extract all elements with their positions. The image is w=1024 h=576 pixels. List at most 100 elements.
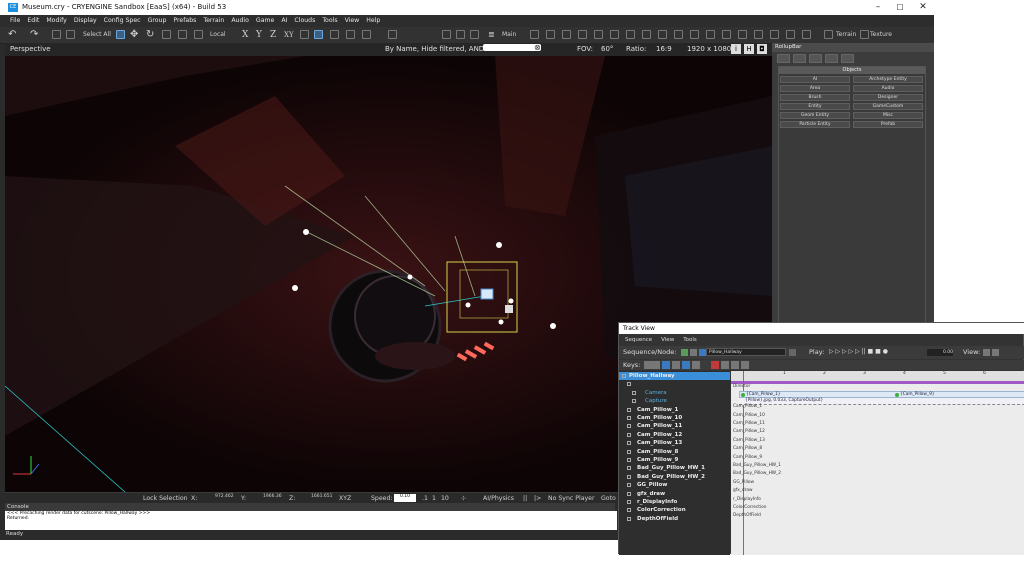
axis-z-button[interactable]: Z [270, 29, 276, 41]
move-tool-icon[interactable]: ✥ [130, 29, 138, 41]
grid-snap-icon[interactable] [314, 30, 323, 39]
tool-p-icon[interactable] [722, 30, 731, 39]
angle-snap-icon[interactable] [330, 30, 339, 39]
scale-tool-icon[interactable] [162, 30, 171, 39]
coord-system-dropdown[interactable]: Local [210, 29, 226, 41]
play-button-icon[interactable]: ▷ ▷ ▷ ▷ ▷ || ■ ■ ● [829, 348, 888, 355]
resolution-value[interactable]: 1920 x 1080 [687, 45, 731, 53]
info-icon[interactable]: i [731, 44, 741, 54]
director-track[interactable]: {Cam_Pillow_1} {Cam_Pillow_9} [739, 391, 1024, 398]
menu-view[interactable]: View [341, 15, 363, 24]
tab-terrain-icon[interactable] [793, 54, 806, 63]
y-coord-value[interactable]: 1966.36 [263, 494, 282, 499]
select-all-dropdown[interactable]: Select All [83, 29, 111, 41]
expand-icon[interactable] [622, 374, 626, 378]
objects-header[interactable]: Objects [779, 67, 925, 74]
ruler-icon[interactable] [346, 30, 355, 39]
tool-e-icon[interactable] [546, 30, 555, 39]
menu-edit[interactable]: Edit [24, 15, 43, 24]
snap-icon[interactable] [178, 30, 187, 39]
snap-frames-icon[interactable] [731, 361, 739, 369]
object-prefab-button[interactable]: Prefab [853, 121, 923, 128]
delete-sequence-icon[interactable] [690, 349, 697, 356]
tool-r-icon[interactable] [754, 30, 763, 39]
tv-menu-tools[interactable]: Tools [677, 336, 700, 343]
track-node[interactable]: Cam_Pillow_8 [619, 448, 730, 456]
add-sequence-icon[interactable] [681, 349, 688, 356]
search-icon[interactable]: ⊗ [534, 43, 541, 52]
menu-file[interactable]: File [0, 15, 24, 24]
terrain-icon[interactable] [824, 30, 833, 39]
expand-icon[interactable] [632, 399, 636, 404]
expand-icon[interactable] [627, 483, 631, 488]
object-archetype-entity-button[interactable]: Archetype Entity [853, 76, 923, 83]
track-node[interactable] [619, 380, 730, 388]
tab-layers-icon[interactable] [841, 54, 854, 63]
layer-icon[interactable] [388, 30, 397, 39]
menu-help[interactable]: Help [363, 15, 384, 24]
axis-x-button[interactable]: X [242, 29, 248, 41]
menu-audio[interactable]: Audio [228, 15, 253, 24]
object-gamecustom-button[interactable]: GameCustom [853, 103, 923, 110]
tool-a-icon[interactable] [442, 30, 451, 39]
track-timeline[interactable]: 1 2 3 4 5 6 {Cam_Pillow_1} {Cam_Pillow_9… [731, 371, 1024, 555]
track-node[interactable]: Camera [619, 389, 730, 397]
physics-icon[interactable]: ⊹ [461, 495, 466, 502]
xyz-button[interactable]: XYZ [339, 495, 351, 502]
tab-display-icon[interactable] [825, 54, 838, 63]
maximize-icon[interactable]: ☐ [890, 1, 910, 14]
main-layer-label[interactable]: Main [502, 29, 516, 41]
speed-1-button[interactable]: 1 [432, 495, 436, 502]
menu-group[interactable]: Group [144, 15, 170, 24]
menu-ai[interactable]: AI [278, 15, 291, 24]
track-node[interactable]: Pillow_Hallway [619, 372, 730, 380]
menu-tools[interactable]: Tools [319, 15, 341, 24]
track-node[interactable]: Cam_Pillow_10 [619, 414, 730, 422]
expand-icon[interactable] [632, 390, 636, 395]
snap-ticks-icon[interactable] [741, 361, 749, 369]
tool-s-icon[interactable] [770, 30, 779, 39]
edit-sequence-icon[interactable] [699, 349, 706, 356]
tab-objects-icon[interactable] [777, 54, 790, 63]
track-key[interactable]: {Pillow},jpg, 0.033, CaptureOutput} [745, 398, 823, 403]
object-brush-button[interactable]: Brush [780, 94, 850, 101]
expand-icon[interactable] [627, 416, 631, 420]
view-curve-icon[interactable] [992, 349, 999, 356]
ai-physics-button[interactable]: AI/Physics [483, 495, 514, 502]
object-particle-entity-button[interactable]: Particle Entity [780, 121, 850, 128]
fov-value[interactable]: 60° [601, 45, 613, 53]
track-node[interactable]: Cam_Pillow_13 [619, 439, 730, 447]
menu-game[interactable]: Game [252, 15, 277, 24]
lock-selection-button[interactable]: Lock Selection [143, 495, 188, 502]
track-node[interactable]: gfx_draw [619, 490, 730, 498]
select-tool-icon[interactable] [116, 30, 125, 39]
expand-icon[interactable] [627, 474, 631, 479]
tool-b-icon[interactable] [456, 30, 465, 39]
ratio-value[interactable]: 16:9 [656, 45, 672, 53]
axis-y-button[interactable]: Y [256, 29, 262, 41]
camera-icon[interactable]: ◘ [757, 44, 767, 54]
close-icon[interactable]: ✕ [913, 1, 933, 14]
track-key[interactable]: {Cam_Pillow_9} [900, 392, 935, 397]
unlink-icon[interactable] [66, 30, 75, 39]
scale-keys-icon[interactable] [672, 361, 680, 369]
object-audio-button[interactable]: Audio [853, 85, 923, 92]
menu-terrain[interactable]: Terrain [200, 15, 228, 24]
pause-icon[interactable]: || [523, 495, 527, 502]
object-ai-button[interactable]: AI [780, 76, 850, 83]
time-input[interactable]: 0.00 [927, 349, 953, 356]
vertex-snap-icon[interactable] [362, 30, 371, 39]
tool-t-icon[interactable] [786, 30, 795, 39]
view-dopesheet-icon[interactable] [983, 349, 990, 356]
object-designer-button[interactable]: Designer [853, 94, 923, 101]
expand-icon[interactable] [627, 382, 631, 387]
menu-clouds[interactable]: Clouds [291, 15, 319, 24]
rotate-tool-icon[interactable]: ↻ [146, 29, 154, 41]
record-icon[interactable] [711, 361, 719, 369]
axis-xy-button[interactable]: XY [284, 29, 294, 41]
track-node[interactable]: Cam_Pillow_12 [619, 431, 730, 439]
tool-o-icon[interactable] [706, 30, 715, 39]
add-key-icon[interactable] [682, 361, 690, 369]
link-icon[interactable] [52, 30, 61, 39]
texture-button[interactable]: Texture [870, 29, 892, 41]
